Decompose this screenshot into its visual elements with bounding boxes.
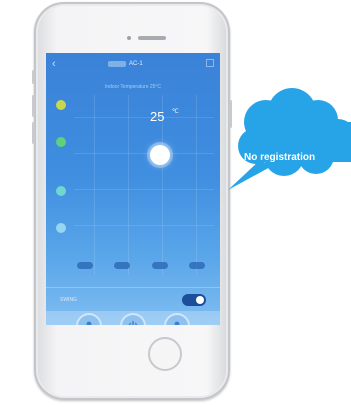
fan-level-auto[interactable]	[56, 223, 66, 233]
device-name: AC-1	[129, 61, 143, 67]
indoor-temperature-label: Indoor Temperature 25°C	[104, 84, 162, 90]
mode-pill[interactable]	[77, 262, 93, 269]
app-screen: ‹ AC-1 Indoor Temperature 25°C 25 ℃ SWIN…	[46, 53, 220, 325]
earpiece-speaker	[138, 36, 166, 40]
fan-level-high[interactable]	[56, 100, 66, 110]
top-bar: ‹ AC-1	[46, 53, 220, 75]
home-button[interactable]	[148, 337, 182, 371]
mute-switch	[32, 70, 35, 84]
front-camera	[127, 36, 131, 40]
device-badge	[108, 61, 126, 67]
temperature-slider-knob[interactable]	[150, 145, 170, 165]
callout-bubble	[228, 88, 351, 190]
temperature-unit: ℃	[172, 109, 179, 115]
volume-down-button	[32, 122, 35, 144]
toggle-knob	[196, 296, 204, 304]
device-title: AC-1	[108, 59, 143, 69]
fan-level-low[interactable]	[56, 186, 66, 196]
temperature-grid[interactable]	[74, 95, 214, 275]
mode-pill[interactable]	[114, 262, 130, 269]
back-arrow-icon[interactable]: ‹	[52, 58, 56, 70]
user-icon	[86, 321, 92, 325]
power-icon	[128, 321, 138, 325]
swing-toggle[interactable]	[182, 294, 206, 306]
divider	[46, 287, 220, 288]
mode-pill[interactable]	[189, 262, 205, 269]
swing-label: SWING	[60, 297, 77, 303]
set-temperature: 25	[150, 109, 165, 124]
settings-user-icon	[174, 321, 180, 325]
mode-pill[interactable]	[152, 262, 168, 269]
volume-up-button	[32, 95, 35, 117]
fan-level-medium[interactable]	[56, 137, 66, 147]
callout-text: No registration	[244, 152, 316, 163]
menu-icon[interactable]	[206, 59, 214, 67]
